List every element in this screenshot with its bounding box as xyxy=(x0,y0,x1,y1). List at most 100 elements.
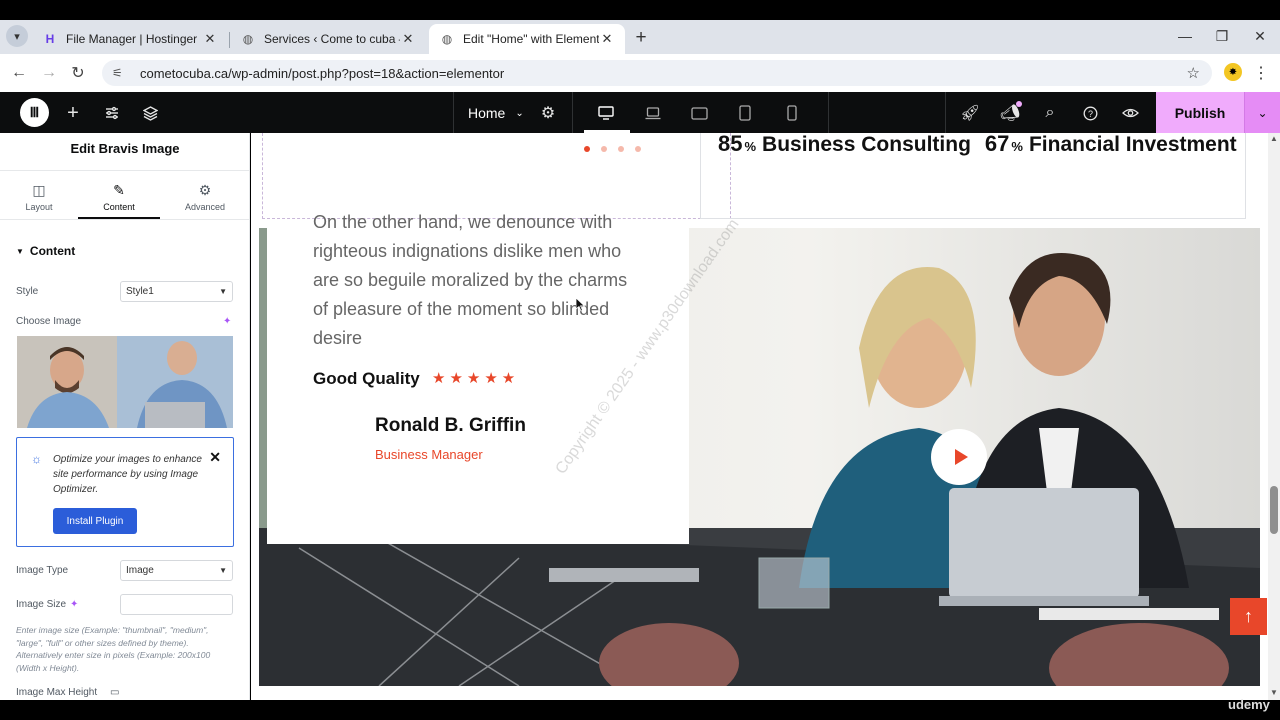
canvas-scrollbar[interactable] xyxy=(1268,133,1280,700)
style-select[interactable]: Style1 ▼ xyxy=(120,281,233,302)
stat-label: Financial Investment xyxy=(1028,133,1237,156)
bar-divider xyxy=(828,92,829,133)
mouse-cursor-icon xyxy=(575,297,586,312)
slider-pagination[interactable] xyxy=(584,146,641,152)
page-settings-gear-icon[interactable]: ⚙ xyxy=(536,101,560,125)
rating-label: Good Quality xyxy=(313,369,420,388)
search-icon[interactable]: ⌕ xyxy=(1038,101,1062,125)
section-toggle-content[interactable]: ▼ Content xyxy=(16,244,75,258)
svg-text:?: ? xyxy=(1087,108,1092,118)
install-plugin-button[interactable]: Install Plugin xyxy=(53,508,137,534)
tab-list-button[interactable]: ▾ xyxy=(6,25,28,47)
chevron-down-icon: ⌄ xyxy=(515,107,524,119)
style-label: Style xyxy=(16,286,39,297)
browser-tab-active[interactable]: ◍ Edit "Home" with Elementor ✕ xyxy=(429,24,625,54)
image-preview[interactable] xyxy=(17,336,233,428)
laptop-device-icon[interactable] xyxy=(641,101,665,125)
image-size-label: Image Size xyxy=(16,599,67,610)
scroll-up-arrow-icon[interactable]: ▲ xyxy=(1268,134,1280,146)
stat-label: Business Consulting xyxy=(762,133,971,156)
extension-icon[interactable]: ✸ xyxy=(1224,63,1242,81)
tab-advanced[interactable]: ⚙ Advanced xyxy=(166,182,244,212)
wordpress-icon: ◍ xyxy=(242,32,254,46)
tab-layout[interactable]: ◫ Layout xyxy=(0,182,78,212)
tab-title: File Manager | Hostinger xyxy=(66,32,198,46)
image-optimizer-notice: ☼ Optimize your images to enhance site p… xyxy=(16,437,234,547)
elementor-logo-icon[interactable]: Ⅲ xyxy=(20,98,49,127)
panel-title: Edit Bravis Image xyxy=(70,141,180,156)
arrow-up-icon: ↑ xyxy=(1244,606,1253,626)
bar-divider xyxy=(453,92,454,133)
stat-unit: % xyxy=(1011,139,1023,154)
image-size-input[interactable] xyxy=(120,594,233,615)
new-tab-button[interactable]: + xyxy=(630,27,652,49)
stat-value: 85 xyxy=(718,131,743,156)
notification-dot xyxy=(1016,101,1022,107)
pagination-dot[interactable] xyxy=(601,146,607,152)
site-settings-icon[interactable] xyxy=(100,101,124,125)
page-selector[interactable]: Home ⌄ xyxy=(468,102,524,124)
play-icon xyxy=(954,449,968,465)
close-icon[interactable]: ✕ xyxy=(400,31,416,47)
bar-divider xyxy=(945,92,946,133)
browser-tab[interactable]: ◍ Services ‹ Come to cuba — Wo ✕ xyxy=(230,24,426,54)
page-name: Home xyxy=(468,105,506,121)
divider xyxy=(0,170,250,171)
tab-label: Layout xyxy=(25,202,53,212)
scroll-to-top-button[interactable]: ↑ xyxy=(1230,598,1267,635)
forward-icon[interactable]: → xyxy=(38,62,60,84)
close-icon[interactable]: ✕ xyxy=(599,31,615,47)
dropdown-arrow-icon: ▼ xyxy=(219,566,227,575)
minimize-icon[interactable]: — xyxy=(1172,26,1198,46)
play-video-button[interactable] xyxy=(931,429,987,485)
desktop-device-icon[interactable] xyxy=(594,101,618,125)
ai-sparkle-icon[interactable]: ✦ xyxy=(70,599,78,610)
tab-label: Content xyxy=(103,202,135,212)
tablet-portrait-icon[interactable] xyxy=(733,101,757,125)
wordpress-icon: ◍ xyxy=(441,32,453,46)
top-black-strip xyxy=(0,0,1280,20)
url-bar[interactable]: ⚟ cometocuba.ca/wp-admin/post.php?post=1… xyxy=(102,60,1212,86)
ai-sparkle-icon[interactable]: ✦ xyxy=(223,316,231,327)
choose-image-label: Choose Image xyxy=(16,316,82,327)
site-info-icon[interactable]: ⚟ xyxy=(112,66,130,80)
stat-value: 67 xyxy=(984,131,1010,156)
image-type-value: Image xyxy=(126,565,154,576)
browser-menu-icon[interactable]: ⋮ xyxy=(1253,62,1269,84)
dismiss-notice-icon[interactable]: ✕ xyxy=(209,449,221,466)
divider xyxy=(0,219,250,220)
pagination-dot[interactable] xyxy=(584,146,590,152)
restore-icon[interactable]: ❐ xyxy=(1209,26,1235,46)
publish-options-chevron-icon[interactable]: ⌄ xyxy=(1244,92,1280,133)
close-icon[interactable]: ✕ xyxy=(202,31,218,47)
testimonial-name: Ronald B. Griffin xyxy=(375,415,526,436)
close-window-icon[interactable]: ✕ xyxy=(1247,26,1273,46)
scrollbar-thumb[interactable] xyxy=(1270,486,1278,534)
responsive-desktop-icon[interactable]: ▭ xyxy=(110,687,119,698)
tablet-landscape-icon[interactable] xyxy=(687,101,711,125)
dropdown-arrow-icon: ▼ xyxy=(219,287,227,296)
bookmark-star-icon[interactable]: ☆ xyxy=(1187,64,1200,82)
add-element-icon[interactable]: + xyxy=(61,101,85,125)
tab-content[interactable]: ✎ Content xyxy=(80,182,158,212)
image-type-label: Image Type xyxy=(16,565,69,576)
pagination-dot[interactable] xyxy=(618,146,624,152)
browser-tab[interactable]: H File Manager | Hostinger ✕ xyxy=(32,24,228,54)
help-icon[interactable]: ? xyxy=(1078,101,1102,125)
mobile-device-icon[interactable] xyxy=(780,101,804,125)
caret-down-icon: ▼ xyxy=(16,246,24,256)
bottom-black-strip xyxy=(0,700,1280,720)
bar-divider xyxy=(572,92,573,133)
rocket-icon[interactable]: 🚀︎ xyxy=(958,101,982,125)
tab-label: Advanced xyxy=(184,202,226,212)
back-icon[interactable]: ← xyxy=(8,62,30,84)
reload-icon[interactable]: ↻ xyxy=(67,62,89,84)
preview-eye-icon[interactable] xyxy=(1118,101,1142,125)
pagination-dot[interactable] xyxy=(635,146,641,152)
image-type-select[interactable]: Image ▼ xyxy=(120,560,233,581)
lightbulb-icon: ☼ xyxy=(31,452,42,466)
pencil-icon: ✎ xyxy=(113,182,125,198)
structure-layers-icon[interactable] xyxy=(138,101,162,125)
publish-button[interactable]: Publish xyxy=(1156,92,1244,133)
layout-icon: ◫ xyxy=(32,182,46,198)
